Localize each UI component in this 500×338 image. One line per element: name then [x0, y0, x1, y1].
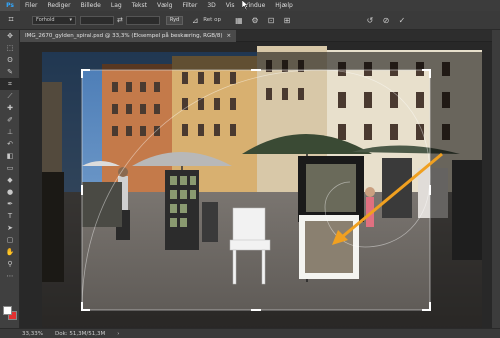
settings-gear-icon[interactable]: ⚙: [247, 16, 263, 25]
delete-cropped-icon[interactable]: ⊡: [263, 16, 279, 25]
dodge-tool-icon[interactable]: ●: [0, 186, 20, 198]
straighten-label[interactable]: Ret op: [203, 17, 221, 23]
gradient-tool-icon[interactable]: ▭: [0, 162, 20, 174]
menu-bar: Ps Filer Rediger Billede Lag Tekst Vælg …: [0, 0, 500, 11]
status-bar: 33,33% Dok: 51,3M/51,3M ›: [0, 328, 500, 338]
hand-tool-icon[interactable]: ✋: [0, 246, 20, 258]
reset-icon[interactable]: ↺: [362, 16, 378, 25]
mouse-cursor-icon: [242, 0, 249, 10]
menu-edit[interactable]: Rediger: [43, 2, 76, 9]
document-tab-title: IMG_2670_gylden_spiral.psd @ 33,3% (Ekse…: [25, 33, 223, 39]
clear-button[interactable]: Ryd: [165, 15, 184, 25]
photoshop-logo[interactable]: Ps: [0, 0, 20, 11]
clone-stamp-tool-icon[interactable]: ⊥: [0, 126, 20, 138]
path-select-tool-icon[interactable]: ➤: [0, 222, 20, 234]
menu-view[interactable]: Vis: [221, 2, 240, 9]
menu-image[interactable]: Billede: [76, 2, 106, 9]
menu-type[interactable]: Tekst: [127, 2, 152, 9]
overlay-grid-icon[interactable]: ▦: [231, 16, 247, 25]
foreground-color-swatch[interactable]: [3, 306, 12, 315]
ratio-select-value: Forhold: [36, 17, 55, 23]
eyedropper-tool-icon[interactable]: ⟋: [0, 90, 20, 102]
more-tools-icon[interactable]: ⋯: [0, 270, 20, 282]
ratio-select[interactable]: Forhold ▾: [32, 15, 76, 25]
status-menu-arrow-icon[interactable]: ›: [117, 331, 119, 337]
history-brush-tool-icon[interactable]: ↶: [0, 138, 20, 150]
straighten-icon[interactable]: ⊿: [187, 16, 203, 25]
document-tab[interactable]: IMG_2670_gylden_spiral.psd @ 33,3% (Ekse…: [20, 30, 237, 42]
cancel-icon[interactable]: ⊘: [378, 16, 394, 25]
menu-file[interactable]: Filer: [20, 2, 43, 9]
tools-panel: ✥ ⬚ ʘ ✎ ⌗ ⟋ ✚ ✐ ⊥ ↶ ◧ ▭ ◆ ● ✒ T ➤ ▢ ✋ ⚲ …: [0, 30, 20, 328]
photo-canvas[interactable]: [20, 42, 492, 328]
photo-image: [42, 46, 482, 328]
type-tool-icon[interactable]: T: [0, 210, 20, 222]
crop-tool-icon[interactable]: ⌗: [0, 78, 20, 90]
menu-select[interactable]: Vælg: [152, 2, 177, 9]
zoom-tool-icon[interactable]: ⚲: [0, 258, 20, 270]
marquee-tool-icon[interactable]: ⬚: [0, 42, 20, 54]
menu-3d[interactable]: 3D: [202, 2, 220, 9]
commit-check-icon[interactable]: ✓: [394, 16, 410, 25]
menu-filter[interactable]: Filter: [177, 2, 202, 9]
quick-select-tool-icon[interactable]: ✎: [0, 66, 20, 78]
move-tool-icon[interactable]: ✥: [0, 30, 20, 42]
zoom-level[interactable]: 33,33%: [22, 331, 43, 337]
brush-tool-icon[interactable]: ✐: [0, 114, 20, 126]
lasso-tool-icon[interactable]: ʘ: [0, 54, 20, 66]
eraser-tool-icon[interactable]: ◧: [0, 150, 20, 162]
menu-help[interactable]: Hjælp: [270, 2, 298, 9]
options-bar: ⌗ Forhold ▾ ⇄ Ryd ⊿ Ret op ▦ ⚙ ⊡ ⊞ ↺ ⊘ ✓: [0, 11, 500, 30]
document-tab-bar: IMG_2670_gylden_spiral.psd @ 33,3% (Ekse…: [20, 30, 492, 42]
pen-tool-icon[interactable]: ✒: [0, 198, 20, 210]
canvas-area[interactable]: [20, 42, 492, 328]
swap-icon[interactable]: ⇄: [117, 16, 123, 24]
height-input[interactable]: [125, 15, 160, 25]
doc-size: Dok: 51,3M/51,3M: [54, 330, 106, 337]
chevron-down-icon: ▾: [69, 17, 72, 23]
blur-tool-icon[interactable]: ◆: [0, 174, 20, 186]
shape-tool-icon[interactable]: ▢: [0, 234, 20, 246]
healing-tool-icon[interactable]: ✚: [0, 102, 20, 114]
width-input[interactable]: [80, 15, 114, 25]
close-tab-icon[interactable]: ×: [227, 33, 232, 39]
content-aware-icon[interactable]: ⊞: [279, 16, 295, 25]
crop-tool-preset-icon[interactable]: ⌗: [0, 11, 22, 30]
menu-layer[interactable]: Lag: [106, 2, 127, 9]
scrollbar-right[interactable]: [492, 30, 500, 328]
